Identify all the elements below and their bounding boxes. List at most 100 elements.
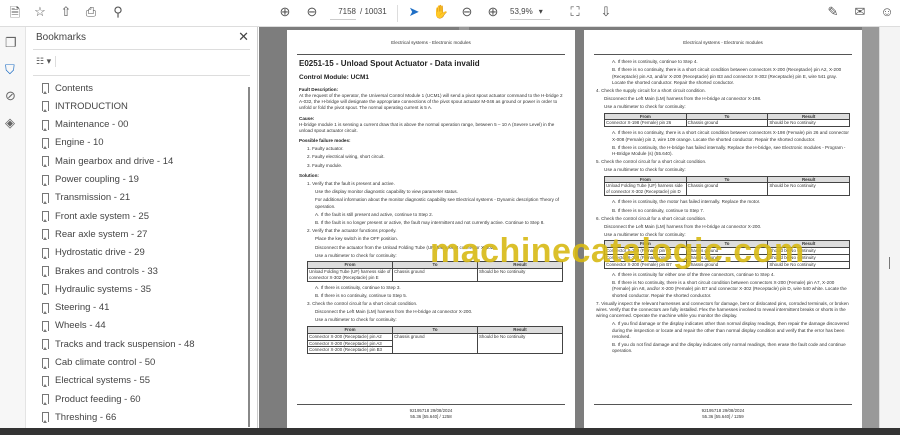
pane-handle[interactable] xyxy=(889,257,890,269)
page-footer: 92195718 29/08/2024 55.36 [55.640] / 1258 xyxy=(297,404,565,420)
bookmark-item[interactable]: Main gearbox and drive - 14 xyxy=(42,153,173,169)
table-cell: Connector X-200 (Receptacle) pin B3 xyxy=(307,346,393,355)
bookmark-item[interactable]: Product feeding - 60 xyxy=(42,391,141,407)
bookmark-label: Hydrostatic drive - 29 xyxy=(55,247,145,259)
zoom-dropdown-icon[interactable]: ▾ xyxy=(539,7,543,16)
bookmark-item[interactable]: Wheels - 44 xyxy=(42,318,106,334)
bookmark-icon xyxy=(42,247,49,259)
label: Solution: xyxy=(299,172,319,178)
bookmark-icon xyxy=(42,156,49,168)
paragraph: B. If there is no continuity, there is a… xyxy=(612,67,842,85)
step: 1. Verify that the fault is present and … xyxy=(307,181,395,186)
page-up-icon[interactable]: ⊕ xyxy=(276,4,294,20)
table-cell: Unload Folding Tube (UF) harness side of… xyxy=(307,267,393,282)
step: 7. Visually inspect the relevant harness… xyxy=(596,300,849,319)
page-header: Electrical systems - Electronic modules xyxy=(391,40,471,45)
module-title: Control Module: UCM1 xyxy=(299,73,370,81)
zoom-out-icon[interactable]: ⊖ xyxy=(458,4,476,20)
bookmark-label: Rear axle system - 27 xyxy=(55,228,148,240)
bookmark-item[interactable]: Engine - 10 xyxy=(42,135,104,151)
paragraph: B. If there is continuity, the H-bridge … xyxy=(612,144,846,156)
bookmark-icon xyxy=(42,284,49,296)
bookmark-item[interactable]: Transmission - 21 xyxy=(42,190,130,206)
bookmark-item[interactable]: Front axle system - 25 xyxy=(42,208,149,224)
zoom-input[interactable]: 53,9% ▾ xyxy=(510,5,550,20)
bookmark-item[interactable]: Brakes and controls - 33 xyxy=(42,263,158,279)
bookmark-item[interactable]: INTRODUCTION xyxy=(42,98,128,114)
select-cursor-icon[interactable]: ➤ xyxy=(405,4,423,20)
layers-icon[interactable]: ◈ xyxy=(5,115,15,131)
bookmark-item[interactable]: Cab climate control - 50 xyxy=(42,355,155,371)
right-pane-toggle[interactable] xyxy=(879,27,900,428)
save-icon[interactable]: 🗎 xyxy=(6,4,24,26)
bookmark-item[interactable]: Power coupling - 19 xyxy=(42,172,139,188)
bookmark-icon xyxy=(42,119,49,131)
table-cell: Should be No continuity xyxy=(767,119,850,128)
hand-icon[interactable]: ✋ xyxy=(432,4,450,20)
divider xyxy=(397,5,398,22)
bookmark-item[interactable]: Hydraulic systems - 35 xyxy=(42,281,151,297)
upload-icon[interactable]: ⇧ xyxy=(57,4,75,20)
divider xyxy=(33,75,250,76)
bookmark-label: Hydraulic systems - 35 xyxy=(55,283,152,295)
page-footer: 92195718 29/08/2024 55.36 [55.640] / 1259 xyxy=(594,404,852,420)
taskbar xyxy=(0,428,900,435)
bookmarks-icon[interactable]: ⛉ xyxy=(5,62,15,78)
step: 3. Check the control circuit for a short… xyxy=(307,301,418,307)
account-icon[interactable]: ☺ xyxy=(878,4,896,19)
bookmark-icon xyxy=(42,266,49,277)
paragraph: A. If there is continuity, continue to S… xyxy=(315,284,401,290)
bookmark-icon xyxy=(42,320,49,332)
attachments-icon[interactable]: ⊘ xyxy=(5,88,16,104)
scrollbar-track[interactable] xyxy=(862,27,879,428)
bookmark-star-icon[interactable]: ☆ xyxy=(31,4,49,20)
bookmark-item[interactable]: Rear axle system - 27 xyxy=(42,226,147,242)
bookmark-item[interactable]: Hydrostatic drive - 29 xyxy=(42,245,145,261)
list-item: 1. Faulty actuator. xyxy=(307,146,344,152)
bookmark-item[interactable]: Electrical systems - 55 xyxy=(42,373,150,389)
continuity-table: From To Result Connector X-200 (Receptacle… xyxy=(307,325,563,355)
bookmark-item[interactable]: Maintenance - 00 xyxy=(42,117,128,133)
page-thumbnails-icon[interactable]: ❐ xyxy=(5,35,17,51)
bookmark-label: Engine - 10 xyxy=(55,137,104,149)
bookmark-item[interactable]: Tracks and track suspension - 48 xyxy=(42,336,195,352)
bookmark-label: Transmission - 21 xyxy=(55,192,131,204)
bookmark-icon xyxy=(42,192,49,204)
page-number-input[interactable]: 7158 xyxy=(330,5,356,20)
paragraph: B. If the fault is no longer present or … xyxy=(315,219,545,225)
print-icon[interactable]: ⎙ xyxy=(82,4,100,20)
table-cell: Chassis ground xyxy=(685,182,769,197)
bookmark-label: Wheels - 44 xyxy=(55,320,106,332)
bookmark-label: Steering - 41 xyxy=(55,302,110,314)
page-down-icon[interactable]: ⊖ xyxy=(303,4,321,20)
close-icon[interactable]: ✕ xyxy=(238,29,249,45)
bookmark-icon xyxy=(42,302,49,314)
scrollbar[interactable] xyxy=(248,87,250,427)
zoom-in-icon[interactable]: ⊕ xyxy=(484,4,502,20)
fit-page-icon[interactable]: ⛶ xyxy=(566,4,584,20)
bookmark-icon xyxy=(42,412,49,424)
bookmark-label: Tracks and track suspension - 48 xyxy=(55,338,195,350)
read-mode-icon[interactable]: ⇩ xyxy=(597,4,615,20)
bookmark-item[interactable]: Threshing - 66 xyxy=(42,409,116,425)
table-cell: Connector X-200 (Receptacle) pin A2 xyxy=(307,332,393,341)
label: Cause: xyxy=(299,115,315,121)
bookmark-options-button[interactable]: ☷ ▾ xyxy=(36,56,57,67)
table-cell: From xyxy=(604,175,687,184)
label: Possible failure modes: xyxy=(299,138,351,144)
search-icon[interactable]: ⚲ xyxy=(109,4,127,20)
email-icon[interactable]: ✉ xyxy=(851,4,869,20)
bookmark-item[interactable]: Steering - 41 xyxy=(42,300,109,316)
paragraph: For additional information about the mon… xyxy=(315,197,560,209)
paragraph: Use a multimeter to check for continuity… xyxy=(604,104,686,110)
table-cell: Chassis ground xyxy=(685,119,769,128)
bookmark-icon xyxy=(42,211,49,223)
step: 6. Check the control circuit for a short… xyxy=(596,215,707,221)
paragraph: A. If the fault is still present and act… xyxy=(315,211,433,217)
sign-icon[interactable]: ✎ xyxy=(824,4,842,20)
table-cell: Chassis ground xyxy=(392,332,478,355)
total-pages: / 10031 xyxy=(360,7,387,16)
paragraph: A. If there is continuity, the motor has… xyxy=(612,199,761,205)
table-cell: To xyxy=(685,175,769,184)
bookmark-item[interactable]: Contents xyxy=(42,80,93,96)
